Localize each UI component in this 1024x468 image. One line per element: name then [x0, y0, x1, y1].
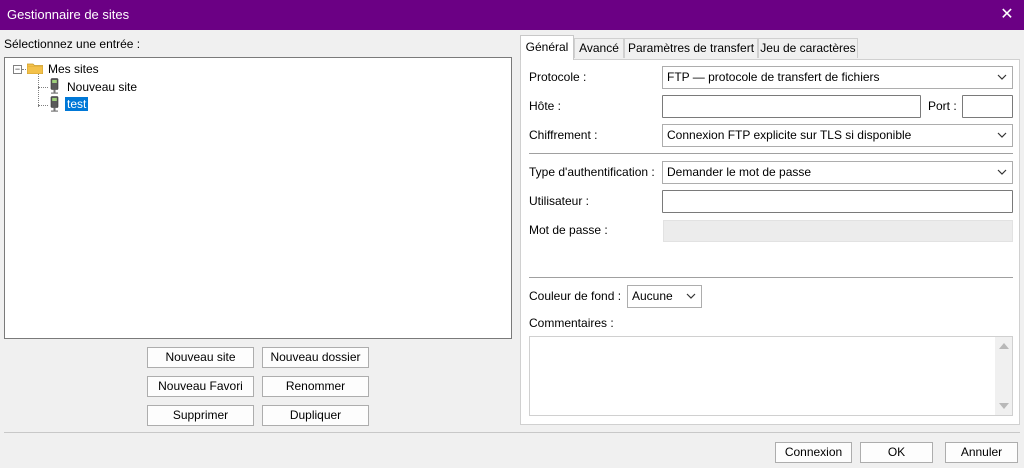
tree-item-nouveau-site[interactable]: Nouveau site: [67, 80, 137, 94]
protocol-value: FTP — protocole de transfert de fichiers: [667, 70, 880, 84]
scroll-down-icon[interactable]: [999, 403, 1009, 409]
protocol-select[interactable]: FTP — protocole de transfert de fichiers: [662, 66, 1013, 89]
new-bookmark-button[interactable]: Nouveau Favori: [147, 376, 254, 397]
tree-item-test[interactable]: test: [65, 97, 89, 111]
password-input: [663, 220, 1013, 242]
background-color-label: Couleur de fond :: [529, 289, 622, 303]
host-input[interactable]: [662, 95, 921, 118]
collapse-icon[interactable]: −: [13, 65, 22, 74]
cancel-button[interactable]: Annuler: [945, 442, 1018, 463]
chevron-down-icon: [686, 293, 696, 299]
chevron-down-icon: [997, 169, 1007, 175]
footer-divider: [4, 432, 1020, 433]
background-color-value: Aucune: [632, 289, 673, 303]
comments-textarea[interactable]: [529, 336, 1013, 416]
window-title: Gestionnaire de sites: [7, 7, 130, 22]
divider: [529, 153, 1013, 154]
tree-connector: [38, 73, 39, 107]
delete-button[interactable]: Supprimer: [147, 405, 254, 426]
encryption-value: Connexion FTP explicite sur TLS si dispo…: [667, 128, 912, 142]
duplicate-button[interactable]: Dupliquer: [262, 405, 369, 426]
scroll-up-icon[interactable]: [999, 343, 1009, 349]
encryption-label: Chiffrement :: [529, 128, 598, 142]
site-tree[interactable]: − Mes sites Nouveau site test: [4, 57, 512, 339]
divider: [529, 277, 1013, 278]
connect-button[interactable]: Connexion: [775, 442, 852, 463]
select-entry-label: Sélectionnez une entrée :: [4, 37, 141, 51]
user-label: Utilisateur :: [529, 194, 590, 208]
auth-type-value: Demander le mot de passe: [667, 165, 812, 179]
tree-connector: [38, 87, 48, 88]
tree-connector: [38, 105, 48, 106]
tree-root-label[interactable]: Mes sites: [48, 62, 99, 76]
port-input[interactable]: [962, 95, 1013, 118]
server-icon: [50, 96, 59, 112]
title-bar: Gestionnaire de sites ✕: [0, 0, 1024, 30]
protocol-label: Protocole :: [529, 70, 587, 84]
chevron-down-icon: [997, 74, 1007, 80]
new-folder-button[interactable]: Nouveau dossier: [262, 347, 369, 368]
password-label: Mot de passe :: [529, 223, 608, 237]
comments-label: Commentaires :: [529, 316, 614, 330]
comments-scrollbar[interactable]: [995, 337, 1012, 415]
close-icon[interactable]: ✕: [996, 4, 1018, 26]
user-input[interactable]: [662, 190, 1013, 213]
auth-type-select[interactable]: Demander le mot de passe: [662, 161, 1013, 184]
new-site-button[interactable]: Nouveau site: [147, 347, 254, 368]
tab-charset[interactable]: Jeu de caractères: [758, 38, 858, 58]
server-icon: [50, 78, 59, 94]
tab-advanced[interactable]: Avancé: [574, 38, 624, 58]
rename-button[interactable]: Renommer: [262, 376, 369, 397]
tab-transfer-settings[interactable]: Paramètres de transfert: [624, 38, 758, 58]
folder-icon: [27, 63, 43, 74]
tab-general[interactable]: Général: [520, 35, 574, 60]
chevron-down-icon: [997, 132, 1007, 138]
background-color-select[interactable]: Aucune: [627, 285, 702, 308]
auth-type-label: Type d'authentification :: [529, 165, 655, 179]
host-label: Hôte :: [529, 99, 562, 113]
encryption-select[interactable]: Connexion FTP explicite sur TLS si dispo…: [662, 124, 1013, 147]
port-label: Port :: [928, 99, 957, 113]
ok-button[interactable]: OK: [860, 442, 933, 463]
